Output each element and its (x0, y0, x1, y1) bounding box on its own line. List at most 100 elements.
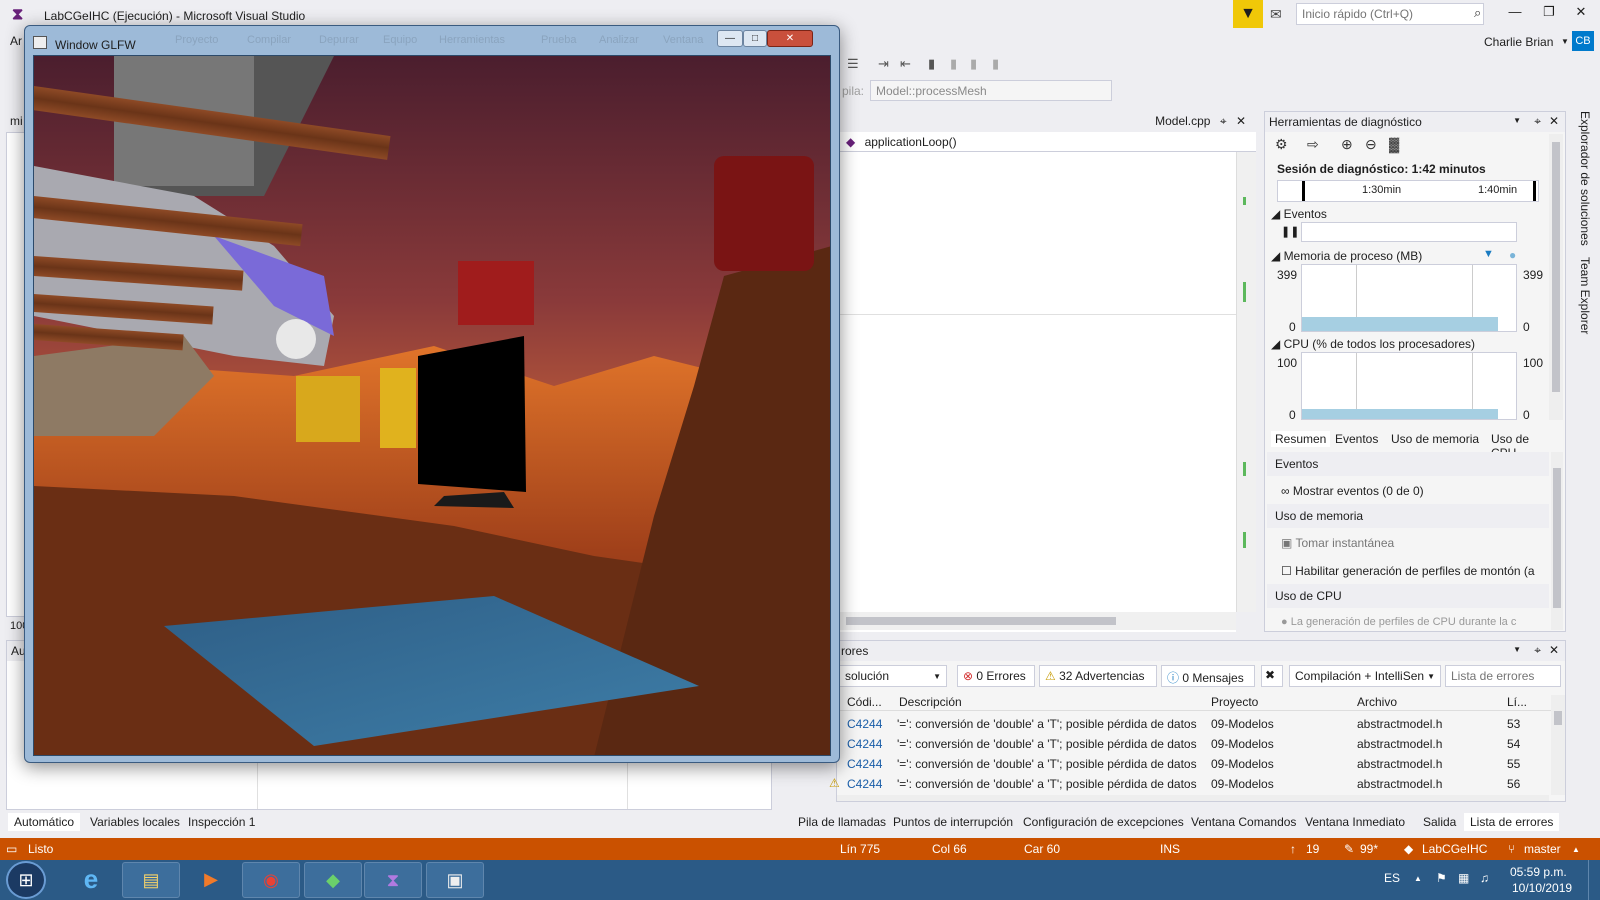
show-events-link[interactable]: ∞ Mostrar eventos (0 de 0) (1281, 484, 1424, 498)
sourcetree-icon[interactable]: ◆ (304, 862, 362, 898)
messages-filter-button[interactable]: ⓘ 0 Mensajes (1161, 665, 1255, 687)
prev-bookmark-icon[interactable]: ▮ (950, 56, 957, 72)
error-search-input[interactable] (1445, 665, 1561, 687)
tab-model-cpp[interactable]: Model.cpp ⌖ ✕ (1104, 111, 1254, 132)
scroll-thumb[interactable] (1553, 468, 1561, 608)
filter-icon[interactable]: ▼ (1233, 0, 1263, 28)
enable-heap-profiling-link[interactable]: ☐ Habilitar generación de perfiles de mo… (1281, 564, 1535, 578)
tab-exception-settings[interactable]: Configuración de excepciones (1017, 813, 1190, 831)
gear-icon[interactable]: ⚙ (1275, 136, 1288, 153)
glfw-maximize-button[interactable]: □ (743, 30, 767, 47)
tab-uso-memoria[interactable]: Uso de memoria (1391, 432, 1479, 446)
glfw-app-icon[interactable]: ▣ (426, 862, 484, 898)
chevron-down-icon[interactable]: ▼ (1561, 37, 1569, 46)
error-code[interactable]: C4244 (847, 737, 882, 751)
scope-select[interactable]: solución ▼ (839, 665, 947, 687)
warnings-filter-button[interactable]: ⚠ 32 Advertencias (1039, 665, 1157, 687)
unpublished-commits-count[interactable]: 19 (1306, 842, 1319, 856)
tab-resumen[interactable]: Resumen (1271, 431, 1331, 447)
language-indicator[interactable]: ES (1384, 871, 1400, 885)
tab-immediate-window[interactable]: Ventana Inmediato (1299, 813, 1411, 831)
zoom-out-icon[interactable]: ⊖ (1365, 136, 1377, 153)
close-button[interactable]: ✕ (1568, 4, 1594, 24)
export-icon[interactable]: ⇨ (1307, 136, 1319, 153)
clear-filter-button[interactable]: ✖ (1261, 665, 1283, 687)
internet-explorer-icon[interactable]: e (62, 862, 120, 898)
user-name[interactable]: Charlie Brian (1484, 35, 1553, 49)
next-bookmark-icon[interactable]: ▮ (970, 56, 977, 72)
timeline-end-handle[interactable] (1533, 181, 1536, 201)
feedback-icon[interactable]: ✉ (1270, 6, 1282, 23)
output-icon[interactable]: ▭ (6, 842, 17, 856)
diag-scrollbar[interactable] (1549, 134, 1563, 420)
memory-track-label[interactable]: ◢ Memoria de proceso (MB) (1271, 249, 1422, 263)
repository-icon[interactable]: ◆ (1404, 842, 1413, 856)
tab-call-stack[interactable]: Pila de llamadas (792, 813, 892, 831)
clock-time[interactable]: 05:59 p.m. (1510, 865, 1567, 879)
comment-icon[interactable]: ☰ (847, 56, 859, 72)
close-tab-icon[interactable]: ✕ (1236, 114, 1246, 128)
glfw-minimize-button[interactable]: — (717, 30, 743, 47)
restore-button[interactable]: ❐ (1536, 4, 1562, 24)
menu-file-partial[interactable]: Ar (10, 34, 22, 48)
stack-frame-select[interactable]: Model::processMesh (870, 80, 1112, 101)
publish-icon[interactable]: ↑ (1290, 842, 1296, 856)
outdent-icon[interactable]: ⇤ (900, 56, 911, 72)
tab-solution-explorer[interactable]: Explorador de soluciones (1578, 111, 1592, 246)
chevron-down-icon[interactable]: ▼ (1513, 116, 1521, 125)
start-button[interactable]: ⊞ (6, 861, 46, 899)
error-row[interactable]: C4244 '=': conversión de 'double' a 'T';… (837, 735, 1549, 755)
error-row[interactable]: ⚠ C4244 '=': conversión de 'double' a 'T… (829, 775, 1549, 795)
close-icon[interactable]: ✕ (1549, 114, 1559, 128)
events-track-label[interactable]: ◢ Eventos (1271, 207, 1327, 221)
tab-command-window[interactable]: Ventana Comandos (1185, 813, 1302, 831)
indent-icon[interactable]: ⇥ (878, 56, 889, 72)
network-icon[interactable]: ▦ (1458, 871, 1469, 885)
take-snapshot-link[interactable]: ▣ Tomar instantánea (1281, 536, 1394, 550)
tab-output[interactable]: Salida (1417, 813, 1462, 831)
cpu-track-label[interactable]: ◢ CPU (% de todos los procesadores) (1271, 337, 1475, 351)
glfw-window[interactable]: Window GLFW Proyecto Compilar Depurar Eq… (24, 25, 840, 763)
column-file[interactable]: Archivo (1357, 695, 1397, 709)
close-icon[interactable]: ✕ (1549, 643, 1559, 657)
flag-icon[interactable]: ⚑ (1436, 871, 1447, 885)
volume-muted-icon[interactable]: ♫ (1480, 871, 1489, 885)
tab-breakpoints[interactable]: Puntos de interrupción (887, 813, 1019, 831)
clear-bookmarks-icon[interactable]: ▮ (992, 56, 999, 72)
chevron-down-icon[interactable]: ▼ (1513, 645, 1521, 654)
show-desktop-button[interactable] (1588, 860, 1600, 900)
error-row[interactable]: C4244 '=': conversión de 'double' a 'T';… (837, 755, 1549, 775)
search-icon[interactable]: ⌕ (1474, 5, 1481, 21)
member-navigation-bar[interactable]: ◆ applicationLoop() (836, 132, 1256, 152)
memory-chart[interactable] (1301, 264, 1517, 332)
tab-error-list[interactable]: Lista de errores (1464, 813, 1560, 831)
scroll-thumb[interactable] (1552, 142, 1560, 392)
chrome-icon[interactable]: ◉ (242, 862, 300, 898)
avatar[interactable]: CB (1572, 31, 1594, 51)
timeline-ruler[interactable]: 1:30min 1:40min (1277, 180, 1539, 202)
tab-automatico[interactable]: Automático (8, 813, 81, 831)
visual-studio-icon[interactable]: ⧗ (364, 862, 422, 898)
quick-launch-input[interactable] (1296, 3, 1484, 25)
pencil-icon[interactable]: ✎ (1344, 842, 1354, 856)
error-code[interactable]: C4244 (847, 717, 882, 731)
events-track[interactable] (1301, 222, 1517, 242)
tab-eventos[interactable]: Eventos (1335, 432, 1378, 446)
editor-scrollbar[interactable] (1236, 152, 1256, 612)
chevron-up-icon[interactable]: ▲ (1572, 845, 1580, 854)
error-scrollbar[interactable] (1551, 695, 1565, 795)
branch-name[interactable]: master (1524, 842, 1561, 856)
media-player-icon[interactable]: ▶ (182, 862, 240, 898)
error-code[interactable]: C4244 (847, 757, 882, 771)
minimize-button[interactable]: — (1502, 4, 1528, 24)
errors-filter-button[interactable]: ⊗ 0 Errores (957, 665, 1035, 687)
opengl-viewport[interactable] (33, 55, 831, 756)
cpu-chart[interactable] (1301, 352, 1517, 420)
pin-icon[interactable]: ⌖ (1220, 114, 1227, 128)
clock-date[interactable]: 10/10/2019 (1512, 881, 1572, 895)
scroll-thumb[interactable] (1554, 711, 1562, 725)
code-editor[interactable] (836, 152, 1236, 632)
timeline-start-handle[interactable] (1302, 181, 1305, 201)
error-row[interactable]: C4244 '=': conversión de 'double' a 'T';… (837, 715, 1549, 735)
branch-icon[interactable]: ⑂ (1508, 842, 1515, 856)
